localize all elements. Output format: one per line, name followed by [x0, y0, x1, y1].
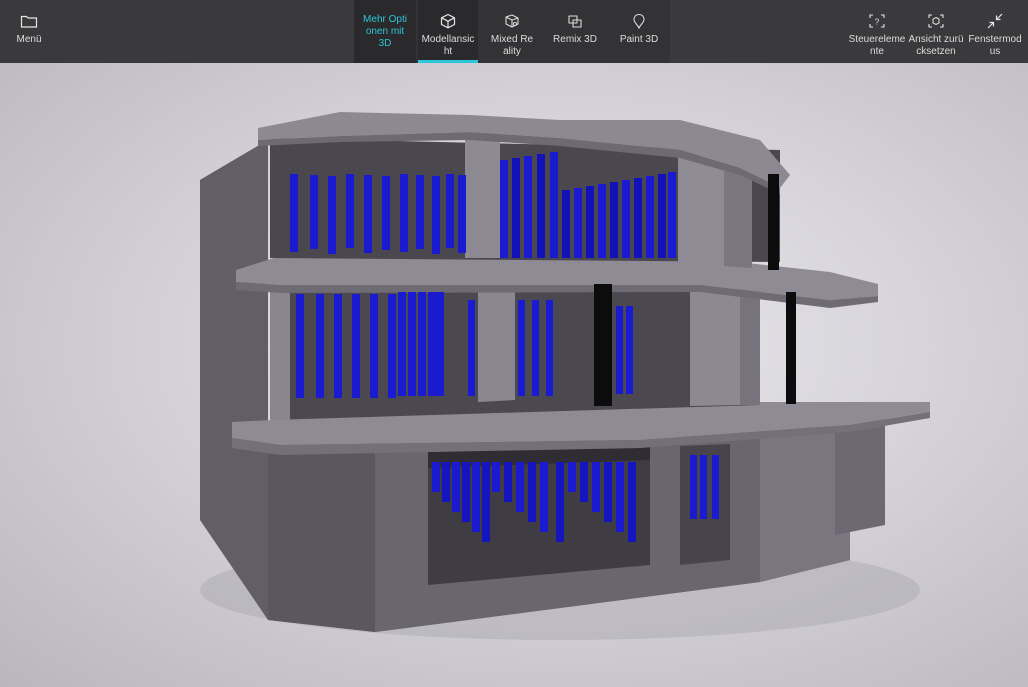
glass-fin: [592, 462, 600, 512]
glass-fin: [398, 292, 406, 396]
glass-fin: [628, 462, 636, 542]
remix3d-label: Remix 3D: [553, 34, 597, 45]
menu-button[interactable]: Menü: [6, 0, 52, 63]
model-view-label: Modellansicht: [421, 34, 475, 57]
mixed-reality-label: Mixed Reality: [490, 34, 534, 57]
house-3d-model[interactable]: [0, 63, 1028, 687]
window-mode-button[interactable]: Fenstermodus: [964, 0, 1026, 63]
top-toolbar: Menü Mehr Optionen mit 3D Modellansicht …: [0, 0, 1028, 63]
more-options-button[interactable]: Mehr Optionen mit 3D: [354, 0, 416, 63]
glass-fin: [364, 175, 372, 253]
reset-view-icon: [927, 13, 945, 29]
controls-label: Steuerelemente: [848, 34, 906, 57]
cube-icon: [439, 13, 457, 29]
glass-fin: [452, 462, 460, 512]
more-options-label: Mehr Optionen mit 3D: [363, 13, 407, 49]
glass-fin: [616, 462, 624, 532]
glass-fin: [532, 300, 539, 396]
glass-fin: [468, 300, 475, 396]
tab-model-view[interactable]: Modellansicht: [418, 0, 478, 63]
glass-fin: [610, 182, 618, 258]
glass-fin: [296, 294, 304, 398]
reset-view-button[interactable]: Ansicht zurücksetzen: [908, 0, 964, 63]
glass-fin: [418, 292, 426, 396]
glass-fin: [416, 175, 424, 249]
glass-fin: [528, 462, 536, 522]
reset-view-label: Ansicht zurücksetzen: [908, 34, 964, 57]
glass-fin: [310, 175, 318, 249]
menu-label: Menü: [16, 34, 42, 45]
glass-fin: [537, 154, 545, 258]
glass-fin: [622, 180, 630, 258]
glass-fin: [646, 176, 654, 258]
glass-fin: [690, 455, 697, 519]
glass-fin: [568, 462, 576, 492]
window-mode-icon: [986, 13, 1004, 29]
glass-fin: [388, 294, 396, 398]
glass-fin: [616, 306, 623, 394]
glass-fin: [516, 462, 524, 512]
glass-fin: [316, 294, 324, 398]
glass-fin: [458, 175, 466, 253]
glass-fin: [408, 292, 416, 396]
mixed-reality-icon: [503, 13, 521, 29]
glass-fin: [370, 294, 378, 398]
glass-fin: [436, 292, 444, 396]
glass-fin: [586, 186, 594, 258]
svg-text:?: ?: [875, 18, 880, 27]
glass-fin: [432, 176, 440, 254]
paint3d-label: Paint 3D: [619, 34, 659, 45]
glass-fin: [668, 172, 676, 258]
glass-fin: [428, 292, 436, 396]
glass-fin: [604, 462, 612, 522]
glass-fin: [500, 160, 508, 258]
glass-fin: [346, 174, 354, 248]
glass-fin: [524, 156, 532, 258]
glass-fin: [556, 462, 564, 542]
glass-fin: [504, 462, 512, 502]
glass-fin: [626, 306, 633, 394]
window-mode-label: Fenstermodus: [968, 34, 1022, 57]
glass-fin: [352, 294, 360, 398]
glass-fin: [400, 174, 408, 252]
glass-fin: [540, 462, 548, 532]
glass-fin: [290, 174, 298, 252]
glass-fin: [700, 455, 707, 519]
selected-tab-indicator: [418, 60, 478, 63]
glass-fin: [580, 462, 588, 502]
glass-fin: [442, 462, 450, 502]
glass-fin: [634, 178, 642, 258]
glass-fin: [658, 174, 666, 258]
glass-fin: [712, 455, 719, 519]
remix3d-icon: [566, 13, 584, 29]
glass-fin: [446, 174, 454, 248]
glass-fin: [598, 184, 606, 258]
glass-fin: [432, 462, 440, 492]
glass-fin: [546, 300, 553, 396]
glass-fin: [518, 300, 525, 396]
folder-icon: [20, 13, 38, 29]
glass-fin: [328, 176, 336, 254]
glass-fin: [462, 462, 470, 522]
glass-fin: [512, 158, 520, 258]
glass-fin: [334, 294, 342, 398]
glass-fin: [482, 462, 490, 542]
glass-fin: [382, 176, 390, 250]
paint3d-icon: [630, 13, 648, 29]
glass-fin: [472, 462, 480, 532]
glass-fin: [492, 462, 500, 492]
3d-viewport[interactable]: [0, 63, 1028, 687]
glass-fin: [574, 188, 582, 258]
tab-mixed-reality[interactable]: Mixed Reality: [486, 0, 538, 63]
glass-fin: [550, 152, 558, 258]
tab-paint3d[interactable]: Paint 3D: [614, 0, 664, 63]
tab-remix3d[interactable]: Remix 3D: [550, 0, 600, 63]
controls-icon: ?: [868, 13, 886, 29]
glass-fin: [562, 190, 570, 258]
controls-button[interactable]: ? Steuerelemente: [846, 0, 908, 63]
